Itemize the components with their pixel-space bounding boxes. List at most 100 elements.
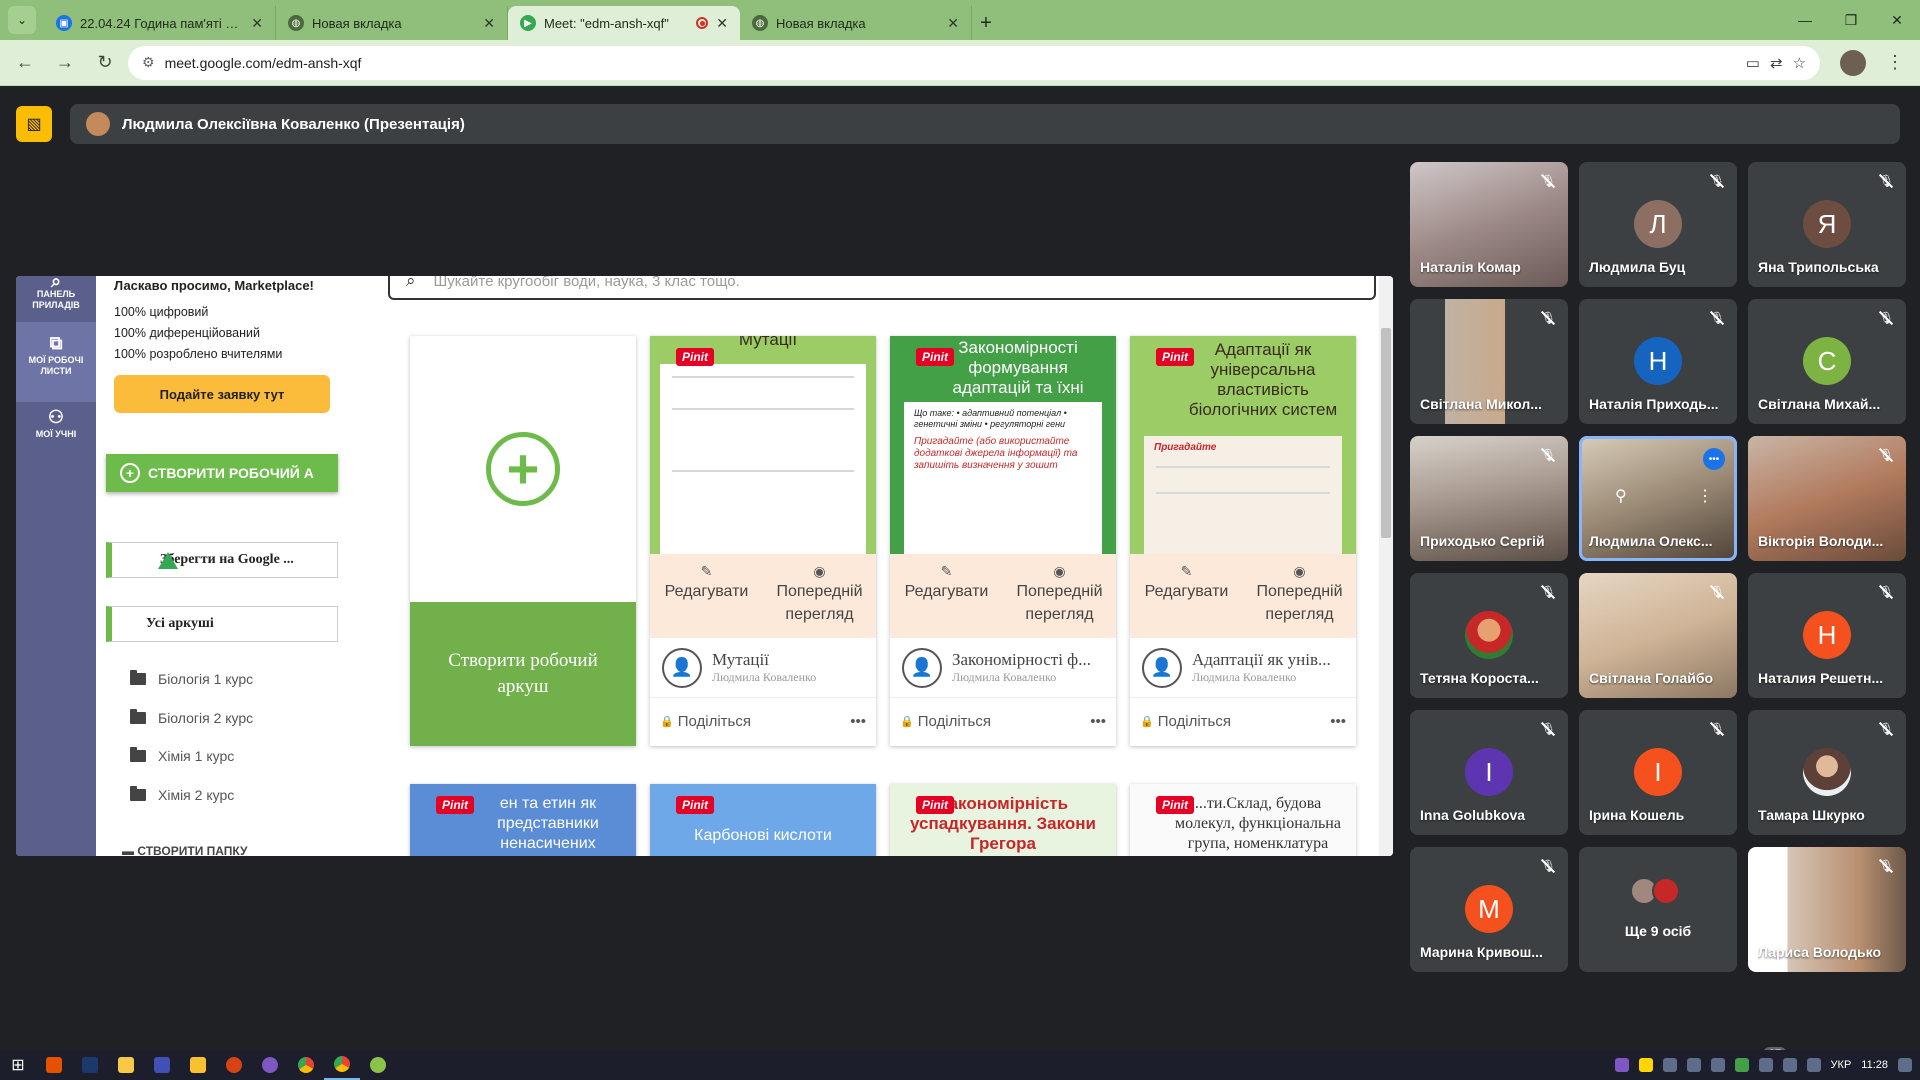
browser-tab-active[interactable]: ▶ Meet: "edm-ansh-xqf" ✕ xyxy=(508,6,740,40)
tab-close-icon[interactable]: ✕ xyxy=(947,15,959,32)
windows-start-icon[interactable]: ⊞ xyxy=(0,1050,36,1080)
pin-icon[interactable]: ⚲ xyxy=(1615,486,1627,506)
worksheet-card[interactable]: Pinit ен та етин як представники ненасич… xyxy=(410,784,636,856)
more-options-icon[interactable]: ••• xyxy=(1330,713,1346,730)
more-options-icon[interactable]: ••• xyxy=(850,713,866,730)
pinit-badge[interactable]: Pinit xyxy=(1156,348,1194,366)
create-folder-button[interactable]: ▬ СТВОРИТИ ПАПКУ xyxy=(122,844,248,856)
pinit-badge[interactable]: Pinit xyxy=(916,348,954,366)
more-participants-tile[interactable]: Ще 9 осіб xyxy=(1579,847,1737,972)
folder-item[interactable]: Хімія 2 курс xyxy=(130,776,253,815)
pinit-badge[interactable]: Pinit xyxy=(436,796,474,814)
translate-icon[interactable]: ⇄ xyxy=(1770,54,1783,72)
worksheet-card[interactable]: Pinit Закономірність успадкування. Закон… xyxy=(890,784,1116,856)
participant-tile[interactable]: Наталія Комар xyxy=(1410,162,1568,287)
app-icon[interactable] xyxy=(180,1050,216,1080)
browser-tab[interactable]: ◍ Новая вкладка ✕ xyxy=(740,6,972,40)
nav-my-worksheets[interactable]: ⧉ МОЇ РОБОЧІ ЛИСТИ xyxy=(16,322,96,402)
participant-tile-active-speaker[interactable]: ••• ⚲ ⋮ Людмила Олекс... xyxy=(1579,436,1737,561)
save-google-drive-button[interactable]: Зберегти на Google ... xyxy=(106,542,338,578)
preview-button[interactable]: ◉ Попередній перегляд xyxy=(1243,554,1356,638)
restore-icon[interactable]: ❐ xyxy=(1828,0,1874,40)
tray-icon[interactable] xyxy=(1638,1058,1653,1072)
powerpoint-icon[interactable] xyxy=(216,1050,252,1080)
participant-tile[interactable]: І Ірина Кошель xyxy=(1579,710,1737,835)
worksheet-thumbnail[interactable]: Адаптації як універсальна властивість бі… xyxy=(1130,336,1356,554)
close-window-icon[interactable]: ✕ xyxy=(1874,0,1920,40)
worksheet-search-input[interactable]: ⌕ Шукайте кругообіг води, наука, 3 клас … xyxy=(388,276,1376,300)
language-indicator[interactable]: УКР xyxy=(1831,1059,1852,1071)
tab-search-button[interactable]: ⌄ xyxy=(8,6,36,34)
create-worksheet-button[interactable]: + СТВОРИТИ РОБОЧИЙ А xyxy=(106,454,338,492)
nav-dashboard[interactable]: ⌕ ПАНЕЛЬ ПРИЛАДІВ xyxy=(16,276,96,322)
scrollbar[interactable] xyxy=(1379,276,1393,856)
bookmark-star-icon[interactable]: ☆ xyxy=(1793,54,1806,72)
participant-tile[interactable]: Світлана Голайбо xyxy=(1579,573,1737,698)
all-sheets-button[interactable]: Усі аркуші xyxy=(106,606,338,642)
share-button[interactable]: Поділіться xyxy=(918,713,991,730)
folder-item[interactable]: Хімія 1 курс xyxy=(130,737,253,776)
chrome-active-icon[interactable] xyxy=(324,1050,360,1080)
app-icon[interactable] xyxy=(144,1050,180,1080)
preview-button[interactable]: ◉ Попередній перегляд xyxy=(763,554,876,638)
app-icon[interactable] xyxy=(360,1050,396,1080)
minimize-icon[interactable]: — xyxy=(1782,0,1828,40)
volume-icon[interactable] xyxy=(1806,1058,1821,1072)
app-icon[interactable] xyxy=(36,1050,72,1080)
worksheet-card[interactable]: Мутації Pinit ✎ Редагувати ◉ Попередній пе… xyxy=(650,336,876,746)
participant-tile[interactable]: I Inna Golubkova xyxy=(1410,710,1568,835)
back-arrow-icon[interactable]: ← xyxy=(8,46,42,80)
url-field[interactable]: ⚙ meet.google.com/edm-ansh-xqf ▭ ⇄ ☆ xyxy=(128,45,1820,80)
new-worksheet-card[interactable]: + Створити робочий аркуш xyxy=(410,336,636,746)
preview-button[interactable]: ◉ Попередній перегляд xyxy=(1003,554,1116,638)
more-options-icon[interactable]: ••• xyxy=(1090,713,1106,730)
pinit-badge[interactable]: Pinit xyxy=(916,796,954,814)
share-button[interactable]: Поділіться xyxy=(678,713,751,730)
worksheet-thumbnail[interactable]: Закономірності формування адаптацій та ї… xyxy=(890,336,1116,554)
tray-icon[interactable] xyxy=(1686,1058,1701,1072)
participant-tile[interactable]: С Світлана Михай... xyxy=(1748,299,1906,424)
participant-tile[interactable]: Світлана Микол... xyxy=(1410,299,1568,424)
folder-item[interactable]: Біологія 2 курс xyxy=(130,699,253,738)
worksheet-card[interactable]: Pinit Карбонові кислоти xyxy=(650,784,876,856)
chrome-icon[interactable] xyxy=(288,1050,324,1080)
participant-tile[interactable]: М Марина Кривош... xyxy=(1410,847,1568,972)
participant-tile[interactable]: Приходько Сергій xyxy=(1410,436,1568,561)
edit-button[interactable]: ✎ Редагувати xyxy=(890,554,1003,638)
worksheet-card[interactable]: Адаптації як універсальна властивість бі… xyxy=(1130,336,1356,746)
file-explorer-icon[interactable] xyxy=(108,1050,144,1080)
tray-icon[interactable] xyxy=(1614,1058,1629,1072)
participant-tile[interactable]: Л Людмила Буц xyxy=(1579,162,1737,287)
viber-icon[interactable] xyxy=(252,1050,288,1080)
browser-tab[interactable]: ◍ Новая вкладка ✕ xyxy=(276,6,508,40)
tray-icon[interactable] xyxy=(1758,1058,1773,1072)
edit-button[interactable]: ✎ Редагувати xyxy=(1130,554,1243,638)
browser-tab[interactable]: ▣ 22.04.24 Година пам'яті «Чор ✕ xyxy=(44,6,276,40)
participant-tile[interactable]: Тамара Шкурко xyxy=(1748,710,1906,835)
network-icon[interactable] xyxy=(1782,1058,1797,1072)
nav-my-students[interactable]: ⚇ МОЇ УЧНІ xyxy=(16,402,96,482)
tab-close-icon[interactable]: ✕ xyxy=(483,15,495,32)
new-tab-button[interactable]: + xyxy=(972,6,1000,40)
participant-tile[interactable]: Н Наталія Приходь... xyxy=(1579,299,1737,424)
photoshop-icon[interactable] xyxy=(72,1050,108,1080)
folder-item[interactable]: Біологія 1 курс xyxy=(130,660,253,699)
worksheet-thumbnail[interactable]: Мутації Pinit xyxy=(650,336,876,554)
participant-tile[interactable]: Н Наталия Решетн... xyxy=(1748,573,1906,698)
participant-tile[interactable]: Вікторія Володи... xyxy=(1748,436,1906,561)
tray-icon[interactable] xyxy=(1662,1058,1677,1072)
participant-tile[interactable]: Тетяна Короста... xyxy=(1410,573,1568,698)
pinit-badge[interactable]: Pinit xyxy=(1156,796,1194,814)
pinit-badge[interactable]: Pinit xyxy=(676,348,714,366)
edit-button[interactable]: ✎ Редагувати xyxy=(650,554,763,638)
scrollbar-thumb[interactable] xyxy=(1381,328,1391,538)
apply-button[interactable]: Подайте заявку тут xyxy=(114,375,330,413)
participant-tile[interactable]: Лариса Володько xyxy=(1748,847,1906,972)
forward-arrow-icon[interactable]: → xyxy=(48,46,82,80)
tab-close-icon[interactable]: ✕ xyxy=(716,15,728,32)
stop-presenting-icon[interactable]: ▧ xyxy=(16,106,52,142)
more-options-icon[interactable]: ⋮ xyxy=(1697,486,1713,506)
camera-permission-icon[interactable]: ▭ xyxy=(1746,54,1760,72)
profile-avatar[interactable] xyxy=(1840,49,1866,76)
tray-icon[interactable] xyxy=(1710,1058,1725,1072)
